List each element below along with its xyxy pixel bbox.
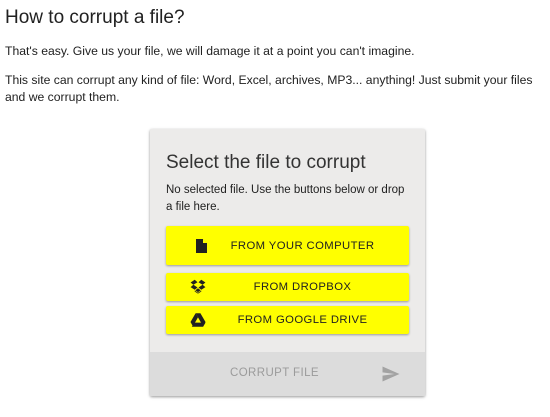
card-footer: CORRUPT FILE (150, 352, 425, 396)
from-dropbox-button[interactable]: FROM DROPBOX (166, 273, 409, 301)
page-heading: How to corrupt a file? (5, 7, 185, 28)
send-icon (382, 366, 400, 382)
selection-status-text: No selected file. Use the buttons below … (166, 184, 405, 213)
corrupt-file-button[interactable]: CORRUPT FILE (150, 352, 425, 396)
description-text: This site can corrupt any kind of file: … (5, 73, 533, 104)
from-google-drive-label: FROM GOOGLE DRIVE (237, 314, 368, 326)
card-title: Select the file to corrupt (166, 152, 366, 173)
from-computer-label: FROM YOUR COMPUTER (230, 239, 375, 252)
from-google-drive-button[interactable]: FROM GOOGLE DRIVE (166, 306, 409, 334)
from-computer-button[interactable]: FROM YOUR COMPUTER (166, 226, 409, 265)
intro-text: That's easy. Give us your file, we will … (5, 44, 415, 58)
file-select-card[interactable]: Select the file to corrupt No selected f… (150, 129, 425, 396)
page: How to corrupt a file? That's easy. Give… (0, 0, 550, 417)
corrupt-file-label: CORRUPT FILE (230, 367, 319, 379)
from-dropbox-label: FROM DROPBOX (253, 281, 352, 293)
